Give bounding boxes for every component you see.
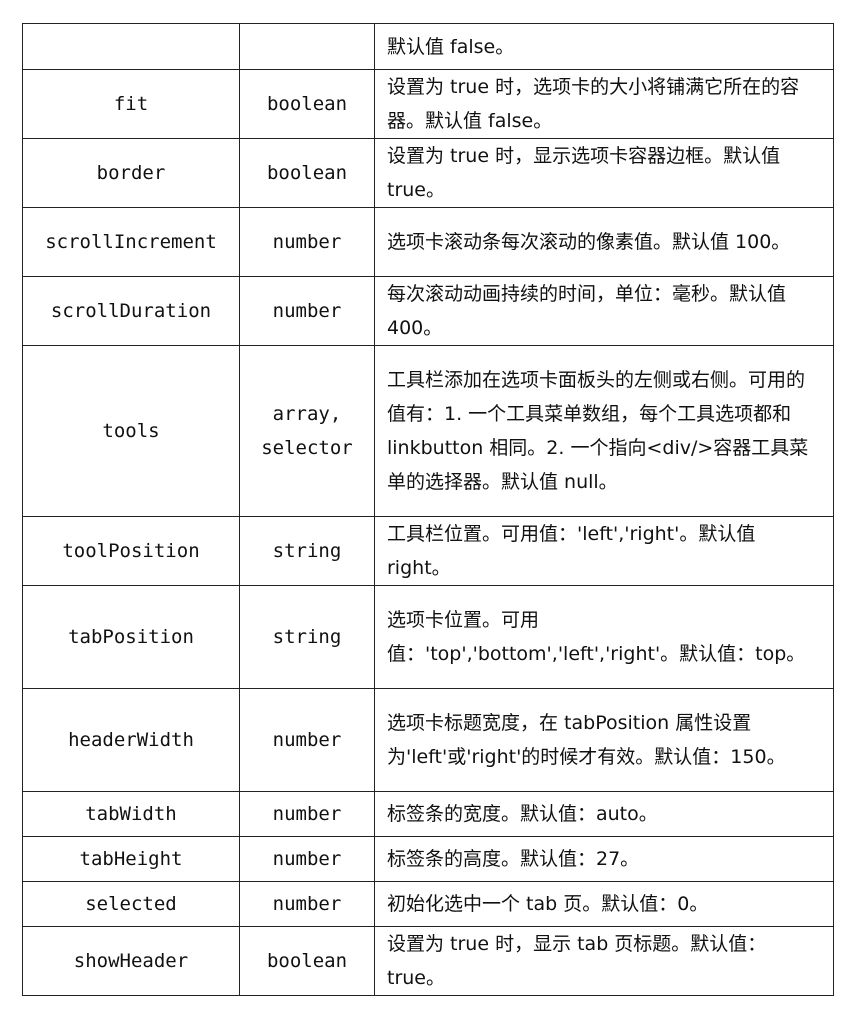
property-name	[22, 23, 240, 70]
property-name: selected	[22, 881, 240, 927]
property-type: number	[239, 881, 375, 927]
table-row: tabPosition string 选项卡位置。可用值：'top','bott…	[22, 585, 834, 689]
property-type: number	[239, 276, 375, 346]
table-row: scrollDuration number 每次滚动动画持续的时间，单位：毫秒。…	[22, 276, 834, 346]
property-description: 标签条的宽度。默认值：auto。	[374, 791, 834, 837]
property-name: scrollIncrement	[22, 207, 240, 277]
property-name: tools	[22, 345, 240, 517]
table-row: scrollIncrement number 选项卡滚动条每次滚动的像素值。默认…	[22, 207, 834, 277]
table-row: showHeader boolean 设置为 true 时，显示 tab 页标题…	[22, 926, 834, 996]
property-name: showHeader	[22, 926, 240, 996]
property-description: 默认值 false。	[374, 23, 834, 70]
property-description: 设置为 true 时，显示 tab 页标题。默认值：true。	[374, 926, 834, 996]
property-description: 工具栏位置。可用值：'left','right'。默认值 right。	[374, 516, 834, 586]
table-row: fit boolean 设置为 true 时，选项卡的大小将铺满它所在的容器。默…	[22, 69, 834, 139]
property-name: tabPosition	[22, 585, 240, 689]
property-description: 初始化选中一个 tab 页。默认值：0。	[374, 881, 834, 927]
properties-table: 默认值 false。 fit boolean 设置为 true 时，选项卡的大小…	[22, 23, 834, 996]
property-type: boolean	[239, 69, 375, 139]
table-row: border boolean 设置为 true 时，显示选项卡容器边框。默认值 …	[22, 138, 834, 208]
property-type: number	[239, 688, 375, 792]
table-row: tools array, selector 工具栏添加在选项卡面板头的左侧或右侧…	[22, 345, 834, 517]
property-name: scrollDuration	[22, 276, 240, 346]
property-name: fit	[22, 69, 240, 139]
property-description: 每次滚动动画持续的时间，单位：毫秒。默认值400。	[374, 276, 834, 346]
property-description: 选项卡滚动条每次滚动的像素值。默认值 100。	[374, 207, 834, 277]
table-row: tabWidth number 标签条的宽度。默认值：auto。	[22, 791, 834, 837]
property-name: headerWidth	[22, 688, 240, 792]
property-name: toolPosition	[22, 516, 240, 586]
table-row: selected number 初始化选中一个 tab 页。默认值：0。	[22, 881, 834, 927]
property-description: 选项卡标题宽度，在 tabPosition 属性设置为'left'或'right…	[374, 688, 834, 792]
property-name: border	[22, 138, 240, 208]
property-type: boolean	[239, 926, 375, 996]
table-row: toolPosition string 工具栏位置。可用值：'left','ri…	[22, 516, 834, 586]
table-row: 默认值 false。	[22, 23, 834, 70]
property-type: array, selector	[239, 345, 375, 517]
property-name: tabHeight	[22, 836, 240, 882]
property-type: number	[239, 791, 375, 837]
property-type	[239, 23, 375, 70]
property-description: 选项卡位置。可用值：'top','bottom','left','right'。…	[374, 585, 834, 689]
property-type: number	[239, 207, 375, 277]
property-type: boolean	[239, 138, 375, 208]
table-row: headerWidth number 选项卡标题宽度，在 tabPosition…	[22, 688, 834, 792]
property-description: 设置为 true 时，显示选项卡容器边框。默认值 true。	[374, 138, 834, 208]
property-type: string	[239, 585, 375, 689]
property-description: 设置为 true 时，选项卡的大小将铺满它所在的容器。默认值 false。	[374, 69, 834, 139]
property-type: number	[239, 836, 375, 882]
property-name: tabWidth	[22, 791, 240, 837]
property-description: 工具栏添加在选项卡面板头的左侧或右侧。可用的值有：1. 一个工具菜单数组，每个工…	[374, 345, 834, 517]
property-description: 标签条的高度。默认值：27。	[374, 836, 834, 882]
property-type: string	[239, 516, 375, 586]
table-row: tabHeight number 标签条的高度。默认值：27。	[22, 836, 834, 882]
